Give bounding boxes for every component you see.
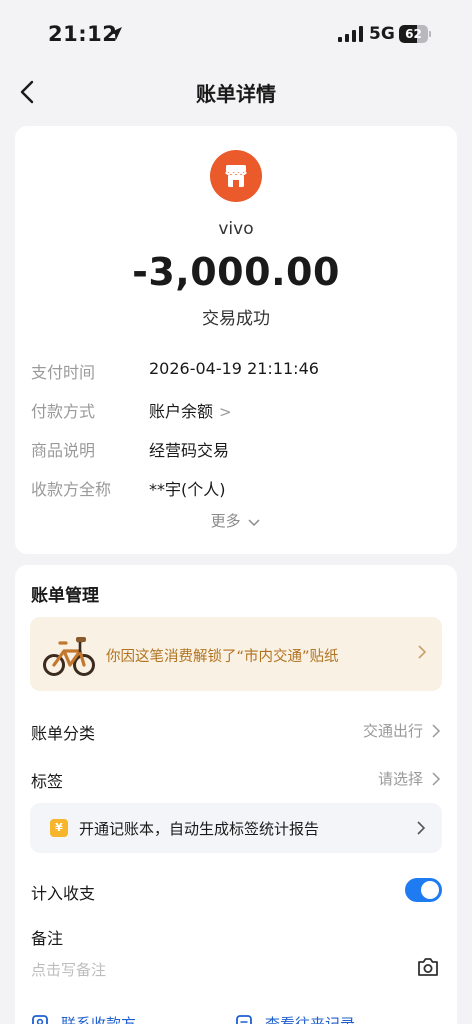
camera-icon[interactable] bbox=[416, 956, 440, 978]
chevron-right-icon bbox=[432, 772, 441, 786]
tag-row[interactable]: 标签 请选择 bbox=[31, 768, 441, 798]
tip-text: 开通记账本，自动生成标签统计报告 bbox=[79, 820, 320, 838]
bill-management-card: 账单管理 你因这笔消费解锁了“市内交通”贴纸 账单分类 交通出行 标签 请选择 … bbox=[15, 565, 457, 1024]
nav-bar: 账单详情 bbox=[0, 70, 472, 114]
tag-value: 请选择 bbox=[377, 770, 423, 788]
transaction-amount: -3,000.00 bbox=[132, 250, 340, 294]
detail-value: 经营码交易 bbox=[149, 441, 230, 460]
merchant-avatar bbox=[210, 150, 262, 202]
detail-value: 2026-04-19 21:11:46 bbox=[149, 359, 319, 378]
chevron-down-icon bbox=[248, 518, 260, 526]
ledger-tip-banner[interactable]: ¥ 开通记账本，自动生成标签统计报告 bbox=[30, 803, 442, 853]
records-icon bbox=[236, 1015, 252, 1024]
include-toggle[interactable] bbox=[405, 878, 442, 902]
chevron-right-icon bbox=[418, 645, 427, 659]
sticker-banner[interactable]: 你因这笔消费解锁了“市内交通”贴纸 bbox=[30, 617, 442, 691]
tag-label: 标签 bbox=[31, 772, 64, 791]
chevron-right-icon: > bbox=[219, 403, 232, 421]
detail-label: 付款方式 bbox=[31, 402, 96, 421]
shop-icon bbox=[224, 165, 248, 187]
bill-summary-card: vivo -3,000.00 交易成功 支付时间 2026-04-19 21:1… bbox=[15, 126, 457, 554]
remark-input[interactable] bbox=[31, 958, 391, 982]
detail-value-wrap: 账户余额 > bbox=[149, 398, 232, 422]
battery-level: 62 bbox=[405, 27, 422, 41]
view-records-label: 查看往来记录 bbox=[265, 1015, 356, 1024]
chevron-right-icon bbox=[417, 821, 426, 835]
detail-label: 商品说明 bbox=[31, 441, 96, 460]
remark-label: 备注 bbox=[31, 929, 64, 948]
detail-row-pay-method[interactable]: 付款方式 账户余额 > bbox=[31, 398, 441, 422]
detail-label: 支付时间 bbox=[31, 363, 96, 382]
yuan-badge-icon: ¥ bbox=[50, 819, 68, 837]
detail-row-payee: 收款方全称 **宇(个人) bbox=[31, 476, 441, 500]
detail-label: 收款方全称 bbox=[31, 480, 112, 499]
merchant-name: vivo bbox=[218, 219, 254, 239]
more-button[interactable]: 更多 bbox=[15, 510, 457, 531]
toggle-knob bbox=[421, 881, 439, 899]
bicycle-icon bbox=[43, 637, 95, 676]
detail-value: 账户余额 bbox=[149, 402, 214, 421]
chevron-right-icon bbox=[432, 724, 441, 738]
location-arrow-icon bbox=[108, 27, 122, 41]
page-title: 账单详情 bbox=[196, 82, 276, 106]
bill-category-row[interactable]: 账单分类 交通出行 bbox=[31, 720, 441, 750]
banner-text: 你因这笔消费解锁了“市内交通”贴纸 bbox=[106, 649, 339, 665]
section-title: 账单管理 bbox=[31, 586, 99, 606]
signal-icon bbox=[338, 26, 363, 42]
transaction-status: 交易成功 bbox=[202, 309, 270, 329]
network-label: 5G bbox=[369, 24, 395, 44]
detail-value: **宇(个人) bbox=[149, 480, 226, 499]
detail-row-item-desc: 商品说明 经营码交易 bbox=[31, 437, 441, 461]
more-label: 更多 bbox=[210, 512, 241, 530]
battery-indicator: 62 bbox=[399, 25, 431, 43]
detail-row-pay-time: 支付时间 2026-04-19 21:11:46 bbox=[31, 359, 441, 383]
contact-icon bbox=[32, 1015, 48, 1024]
category-label: 账单分类 bbox=[31, 724, 96, 743]
contact-payee-label: 联系收款方 bbox=[61, 1015, 137, 1024]
category-value: 交通出行 bbox=[362, 722, 423, 740]
status-bar: 21:12 5G 62 bbox=[0, 0, 472, 70]
include-label: 计入收支 bbox=[31, 884, 96, 903]
